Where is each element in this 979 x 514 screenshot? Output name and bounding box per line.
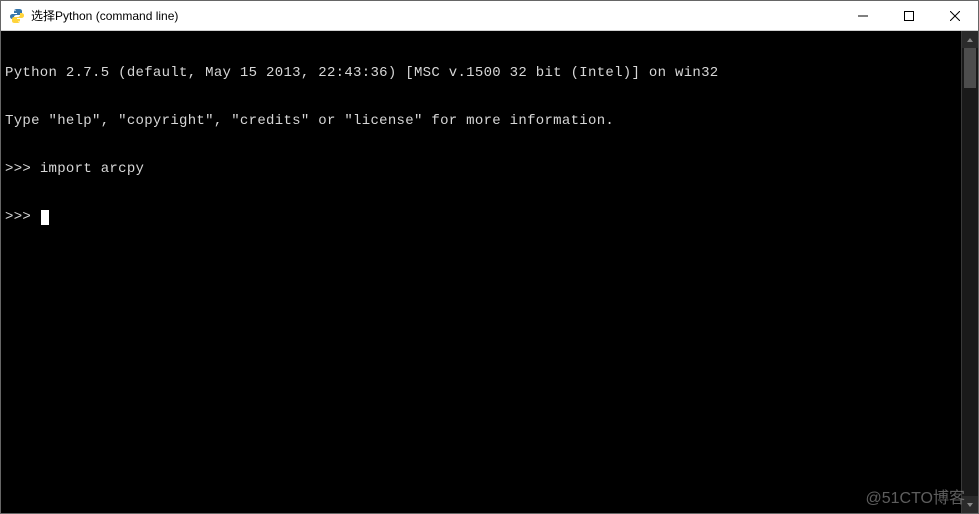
window-controls — [840, 1, 978, 30]
app-window: 选择Python (command line) Python 2.7.5 (de… — [0, 0, 979, 514]
console-line-version: Python 2.7.5 (default, May 15 2013, 22:4… — [5, 65, 957, 81]
minimize-button[interactable] — [840, 1, 886, 30]
scroll-up-arrow-icon[interactable] — [962, 31, 978, 48]
prompt-prefix: >>> — [5, 161, 40, 177]
scrollbar-thumb[interactable] — [964, 48, 976, 88]
console-output[interactable]: Python 2.7.5 (default, May 15 2013, 22:4… — [1, 31, 961, 513]
prompt-command: import arcpy — [40, 161, 144, 177]
titlebar[interactable]: 选择Python (command line) — [1, 1, 978, 31]
console-area: Python 2.7.5 (default, May 15 2013, 22:4… — [1, 31, 978, 513]
python-icon — [9, 8, 25, 24]
prompt-prefix: >>> — [5, 209, 40, 225]
vertical-scrollbar[interactable] — [961, 31, 978, 513]
console-line-info: Type "help", "copyright", "credits" or "… — [5, 113, 957, 129]
scrollbar-track[interactable] — [962, 48, 978, 496]
window-title: 选择Python (command line) — [31, 7, 178, 24]
maximize-button[interactable] — [886, 1, 932, 30]
cursor — [41, 210, 49, 225]
console-prompt-line-1: >>> import arcpy — [5, 161, 957, 177]
scroll-down-arrow-icon[interactable] — [962, 496, 978, 513]
console-prompt-line-2: >>> — [5, 209, 957, 225]
close-button[interactable] — [932, 1, 978, 30]
